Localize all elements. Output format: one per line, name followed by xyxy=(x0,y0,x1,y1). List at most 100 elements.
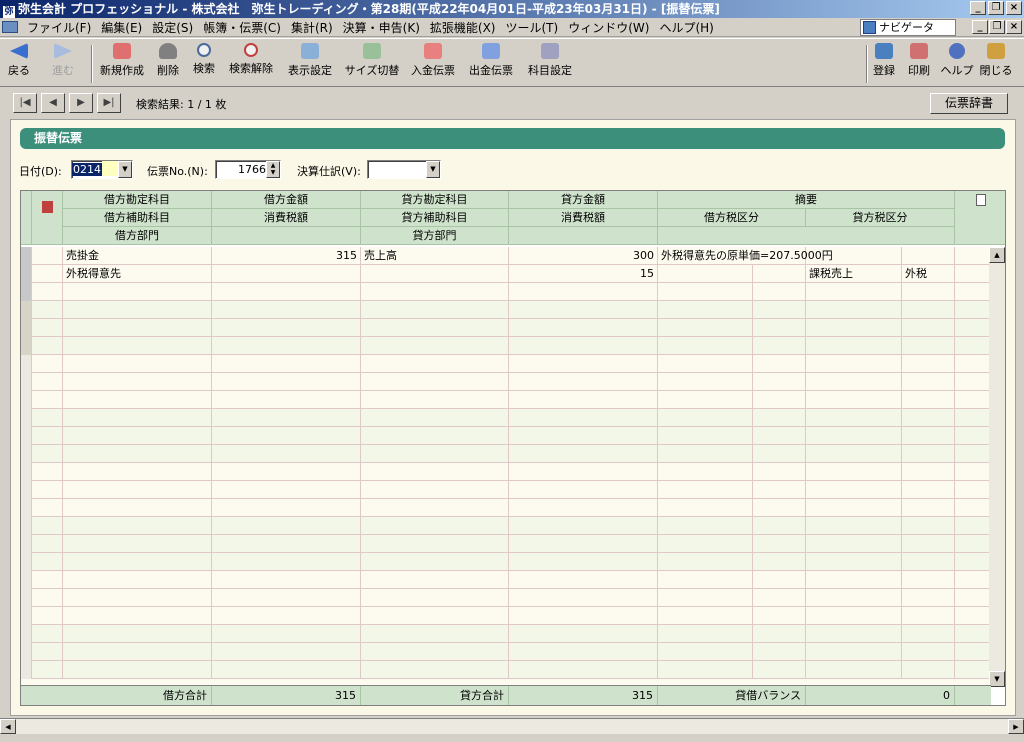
grid-cell[interactable] xyxy=(806,409,902,427)
grid-cell[interactable] xyxy=(955,373,991,391)
grid-cell[interactable] xyxy=(902,337,955,355)
grid-cell[interactable] xyxy=(32,571,63,589)
scroll-left-button[interactable]: ◀ xyxy=(0,719,16,734)
delete-button[interactable]: 削除 xyxy=(153,43,183,85)
grid-cell[interactable] xyxy=(32,427,63,445)
grid-cell[interactable] xyxy=(32,517,63,535)
grid-cell[interactable] xyxy=(806,373,902,391)
grid-cell[interactable] xyxy=(902,571,955,589)
grid-cell[interactable] xyxy=(955,355,991,373)
closing-dropdown-icon[interactable]: ▼ xyxy=(426,161,440,178)
credit-amount-cell[interactable]: 300 xyxy=(509,247,658,265)
grid-cell[interactable] xyxy=(509,589,658,607)
grid-cell[interactable] xyxy=(509,409,658,427)
grid-cell[interactable] xyxy=(63,373,212,391)
grid-cell[interactable] xyxy=(212,625,361,643)
account-settings-button[interactable]: 科目設定 xyxy=(523,43,577,85)
grid-cell[interactable] xyxy=(658,517,753,535)
table-row[interactable] xyxy=(21,427,991,445)
clear-search-button[interactable]: 検索解除 xyxy=(225,43,277,85)
table-row[interactable] xyxy=(21,535,991,553)
grid-cell[interactable] xyxy=(212,319,361,337)
grid-cell[interactable] xyxy=(361,373,509,391)
grid-cell[interactable] xyxy=(753,517,806,535)
size-toggle-button[interactable]: サイズ切替 xyxy=(343,43,401,85)
grid-cell[interactable] xyxy=(361,661,509,679)
search-button[interactable]: 検索 xyxy=(189,43,219,85)
grid-cell[interactable] xyxy=(212,373,361,391)
grid-cell[interactable] xyxy=(361,535,509,553)
grid-cell[interactable] xyxy=(658,571,753,589)
grid-cell[interactable] xyxy=(658,625,753,643)
grid-cell[interactable] xyxy=(509,283,658,301)
grid-cell[interactable] xyxy=(63,463,212,481)
grid-cell[interactable] xyxy=(63,499,212,517)
grid-cell[interactable] xyxy=(902,391,955,409)
grid-cell[interactable] xyxy=(753,607,806,625)
menu-file[interactable]: ファイル(F) xyxy=(22,19,96,36)
grid-cell[interactable] xyxy=(955,427,991,445)
grid-cell[interactable] xyxy=(658,409,753,427)
grid-cell[interactable] xyxy=(509,301,658,319)
grid-cell[interactable] xyxy=(361,265,509,283)
grid-cell[interactable] xyxy=(212,661,361,679)
grid-cell[interactable] xyxy=(32,607,63,625)
grid-cell[interactable] xyxy=(63,355,212,373)
grid-cell[interactable] xyxy=(658,301,753,319)
grid-cell[interactable] xyxy=(32,589,63,607)
credit-tax-cell[interactable]: 15 xyxy=(509,265,658,283)
navigator-button[interactable]: ナビゲータ xyxy=(860,19,956,36)
book-icon[interactable] xyxy=(41,201,53,213)
voucher-no-spinner[interactable]: ▲ ▼ xyxy=(266,161,280,178)
grid-cell[interactable] xyxy=(902,373,955,391)
grid-cell[interactable] xyxy=(658,553,753,571)
grid-cell[interactable] xyxy=(658,661,753,679)
grid-cell[interactable] xyxy=(658,499,753,517)
grid-cell[interactable] xyxy=(212,265,361,283)
grid-cell[interactable] xyxy=(361,445,509,463)
grid-cell[interactable] xyxy=(212,337,361,355)
grid-cell[interactable] xyxy=(361,499,509,517)
grid-cell[interactable] xyxy=(32,355,63,373)
menu-edit[interactable]: 編集(E) xyxy=(96,19,147,36)
grid-cell[interactable] xyxy=(32,445,63,463)
grid-cell[interactable] xyxy=(212,607,361,625)
grid-cell[interactable] xyxy=(509,661,658,679)
grid-cell[interactable] xyxy=(361,553,509,571)
menu-tools[interactable]: ツール(T) xyxy=(501,19,564,36)
grid-cell[interactable] xyxy=(361,301,509,319)
grid-cell[interactable] xyxy=(955,301,991,319)
grid-cell[interactable] xyxy=(806,661,902,679)
grid-cell[interactable] xyxy=(658,355,753,373)
grid-cell[interactable] xyxy=(753,373,806,391)
grid-cell[interactable] xyxy=(753,319,806,337)
menu-totals[interactable]: 集計(R) xyxy=(286,19,338,36)
grid-cell[interactable] xyxy=(212,643,361,661)
grid-cell[interactable] xyxy=(63,553,212,571)
grid-cell[interactable] xyxy=(509,445,658,463)
previous-record-button[interactable]: ◀ xyxy=(41,93,65,113)
table-row[interactable] xyxy=(21,283,991,301)
grid-cell[interactable] xyxy=(212,481,361,499)
grid-cell[interactable] xyxy=(32,481,63,499)
grid-cell[interactable] xyxy=(806,283,902,301)
grid-cell[interactable] xyxy=(806,445,902,463)
grid-cell[interactable] xyxy=(509,355,658,373)
restore-button[interactable]: ❐ xyxy=(988,1,1004,15)
grid-cell[interactable] xyxy=(955,535,991,553)
grid-cell[interactable] xyxy=(32,319,63,337)
last-record-button[interactable]: ▶| xyxy=(97,93,121,113)
grid-cell[interactable] xyxy=(806,607,902,625)
grid-cell[interactable] xyxy=(212,355,361,373)
grid-cell[interactable] xyxy=(361,391,509,409)
grid-cell[interactable] xyxy=(361,355,509,373)
grid-cell[interactable] xyxy=(806,481,902,499)
grid-cell[interactable] xyxy=(32,643,63,661)
grid-cell[interactable] xyxy=(753,499,806,517)
grid-cell[interactable] xyxy=(658,337,753,355)
grid-cell[interactable] xyxy=(902,517,955,535)
credit-account-cell[interactable]: 売上高 xyxy=(361,247,509,265)
grid-cell[interactable] xyxy=(658,607,753,625)
receipt-voucher-button[interactable]: 入金伝票 xyxy=(407,43,459,85)
grid-cell[interactable] xyxy=(753,625,806,643)
